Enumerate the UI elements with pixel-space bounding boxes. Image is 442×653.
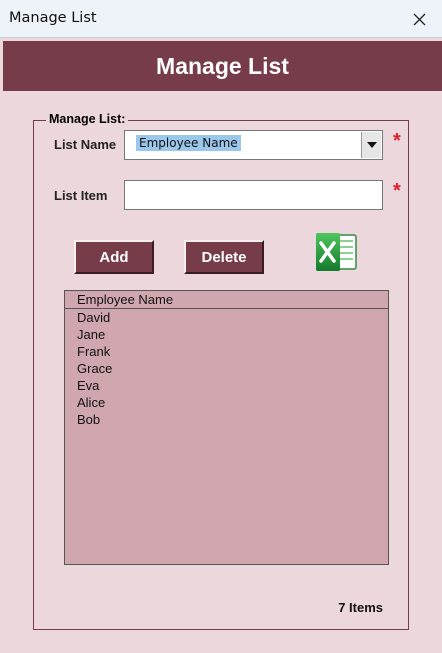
excel-icon[interactable] — [313, 229, 359, 275]
list-item-input[interactable] — [124, 180, 383, 210]
list-name-required: * — [393, 130, 401, 152]
group-legend: Manage List: — [46, 112, 129, 126]
page-title: Manage List — [3, 41, 442, 91]
list-item[interactable]: Alice — [77, 394, 112, 411]
list-item-required: * — [393, 180, 401, 202]
list-item-label: List Item — [54, 188, 108, 203]
delete-button[interactable]: Delete — [184, 240, 264, 274]
list-item[interactable]: David — [77, 309, 112, 326]
window-titlebar: Manage List — [0, 0, 442, 38]
add-button[interactable]: Add — [74, 240, 154, 274]
close-icon[interactable] — [396, 0, 442, 38]
list-name-label: List Name — [54, 137, 117, 152]
chevron-down-icon[interactable] — [361, 132, 381, 158]
list-item[interactable]: Jane — [77, 326, 112, 343]
list-item[interactable]: Grace — [77, 360, 112, 377]
window-title: Manage List — [9, 10, 97, 26]
list-item[interactable]: Frank — [77, 343, 112, 360]
employee-listbox[interactable]: Employee Name David Jane Frank Grace Eva… — [64, 290, 389, 565]
list-column-header: Employee Name — [65, 291, 388, 309]
list-item[interactable]: Bob — [77, 411, 112, 428]
list-name-value: Employee Name — [136, 135, 241, 151]
list-item[interactable]: Eva — [77, 377, 112, 394]
list-name-dropdown[interactable]: Employee Name — [124, 130, 383, 160]
item-count: 7 Items — [338, 600, 383, 615]
